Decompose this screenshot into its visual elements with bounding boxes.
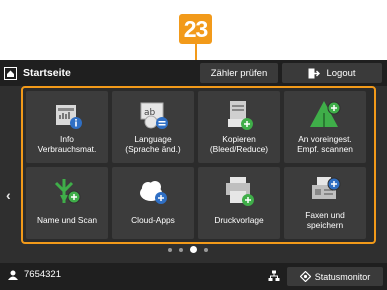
tile-label: Language (Sprache änd.)	[125, 134, 181, 154]
check-counter-button[interactable]: Zähler prüfen	[200, 63, 278, 83]
tile-copy[interactable]: Kopieren (Bleed/Reduce)	[198, 91, 280, 163]
home-label: Startseite	[23, 67, 71, 79]
status-monitor-button[interactable]: Statusmonitor	[287, 267, 383, 286]
tile-label: Name und Scan	[36, 215, 98, 225]
user-indicator: 7654321	[8, 269, 61, 280]
logout-label: Logout	[326, 67, 356, 79]
tile-label: Kopieren (Bleed/Reduce)	[209, 134, 269, 154]
tile-print-template[interactable]: Druckvorlage	[198, 167, 280, 239]
page-dot[interactable]	[204, 247, 208, 252]
tile-label: Cloud-Apps	[131, 215, 175, 225]
copy-icon	[228, 101, 253, 130]
name-scan-icon	[54, 179, 81, 204]
tile-scan-preset[interactable]: An voreingest. Empf. scannen	[284, 91, 366, 163]
page-dot[interactable]	[168, 247, 172, 252]
tile-fax-and-save[interactable]: Faxen und speichern	[284, 167, 366, 239]
page-indicator	[168, 246, 208, 253]
status-bar: 7654321 Statusmonitor	[0, 263, 387, 290]
info-icon	[56, 105, 82, 129]
tile-info-consumables[interactable]: Info Verbrauchsmat.	[26, 91, 108, 163]
print-template-icon	[226, 177, 254, 206]
function-button-area: Info Verbrauchsmat. ab Language (Sprache…	[21, 86, 376, 244]
fax-save-icon	[312, 177, 341, 199]
user-icon	[8, 270, 18, 280]
status-monitor-label: Statusmonitor	[314, 271, 371, 282]
scan-preset-icon	[310, 101, 341, 127]
network-icon[interactable]	[268, 269, 280, 287]
language-icon: ab	[140, 102, 168, 129]
cloud-icon	[140, 181, 167, 204]
logout-button[interactable]: Logout	[282, 63, 382, 83]
page-dot[interactable]	[179, 247, 183, 252]
tile-label: Faxen und speichern	[305, 210, 345, 230]
tile-label: An voreingest. Empf. scannen	[297, 134, 353, 154]
tile-label: Druckvorlage	[214, 215, 264, 225]
tile-language[interactable]: ab Language (Sprache änd.)	[112, 91, 194, 163]
home-icon	[4, 66, 17, 80]
tile-cloud-apps[interactable]: Cloud-Apps	[112, 167, 194, 239]
check-counter-label: Zähler prüfen	[210, 67, 268, 79]
logout-icon	[308, 68, 321, 78]
tile-label: Info Verbrauchsmat.	[37, 134, 97, 154]
page-dot-active[interactable]	[190, 246, 197, 253]
user-id: 7654321	[24, 269, 61, 280]
previous-page-arrow[interactable]: ‹	[6, 187, 11, 203]
top-bar: Startseite Zähler prüfen Logout	[0, 60, 387, 86]
callout-number-badge: 23	[179, 14, 212, 44]
status-monitor-icon	[299, 271, 311, 282]
home-button[interactable]: Startseite	[4, 63, 71, 83]
tile-name-and-scan[interactable]: Name und Scan	[26, 167, 108, 239]
